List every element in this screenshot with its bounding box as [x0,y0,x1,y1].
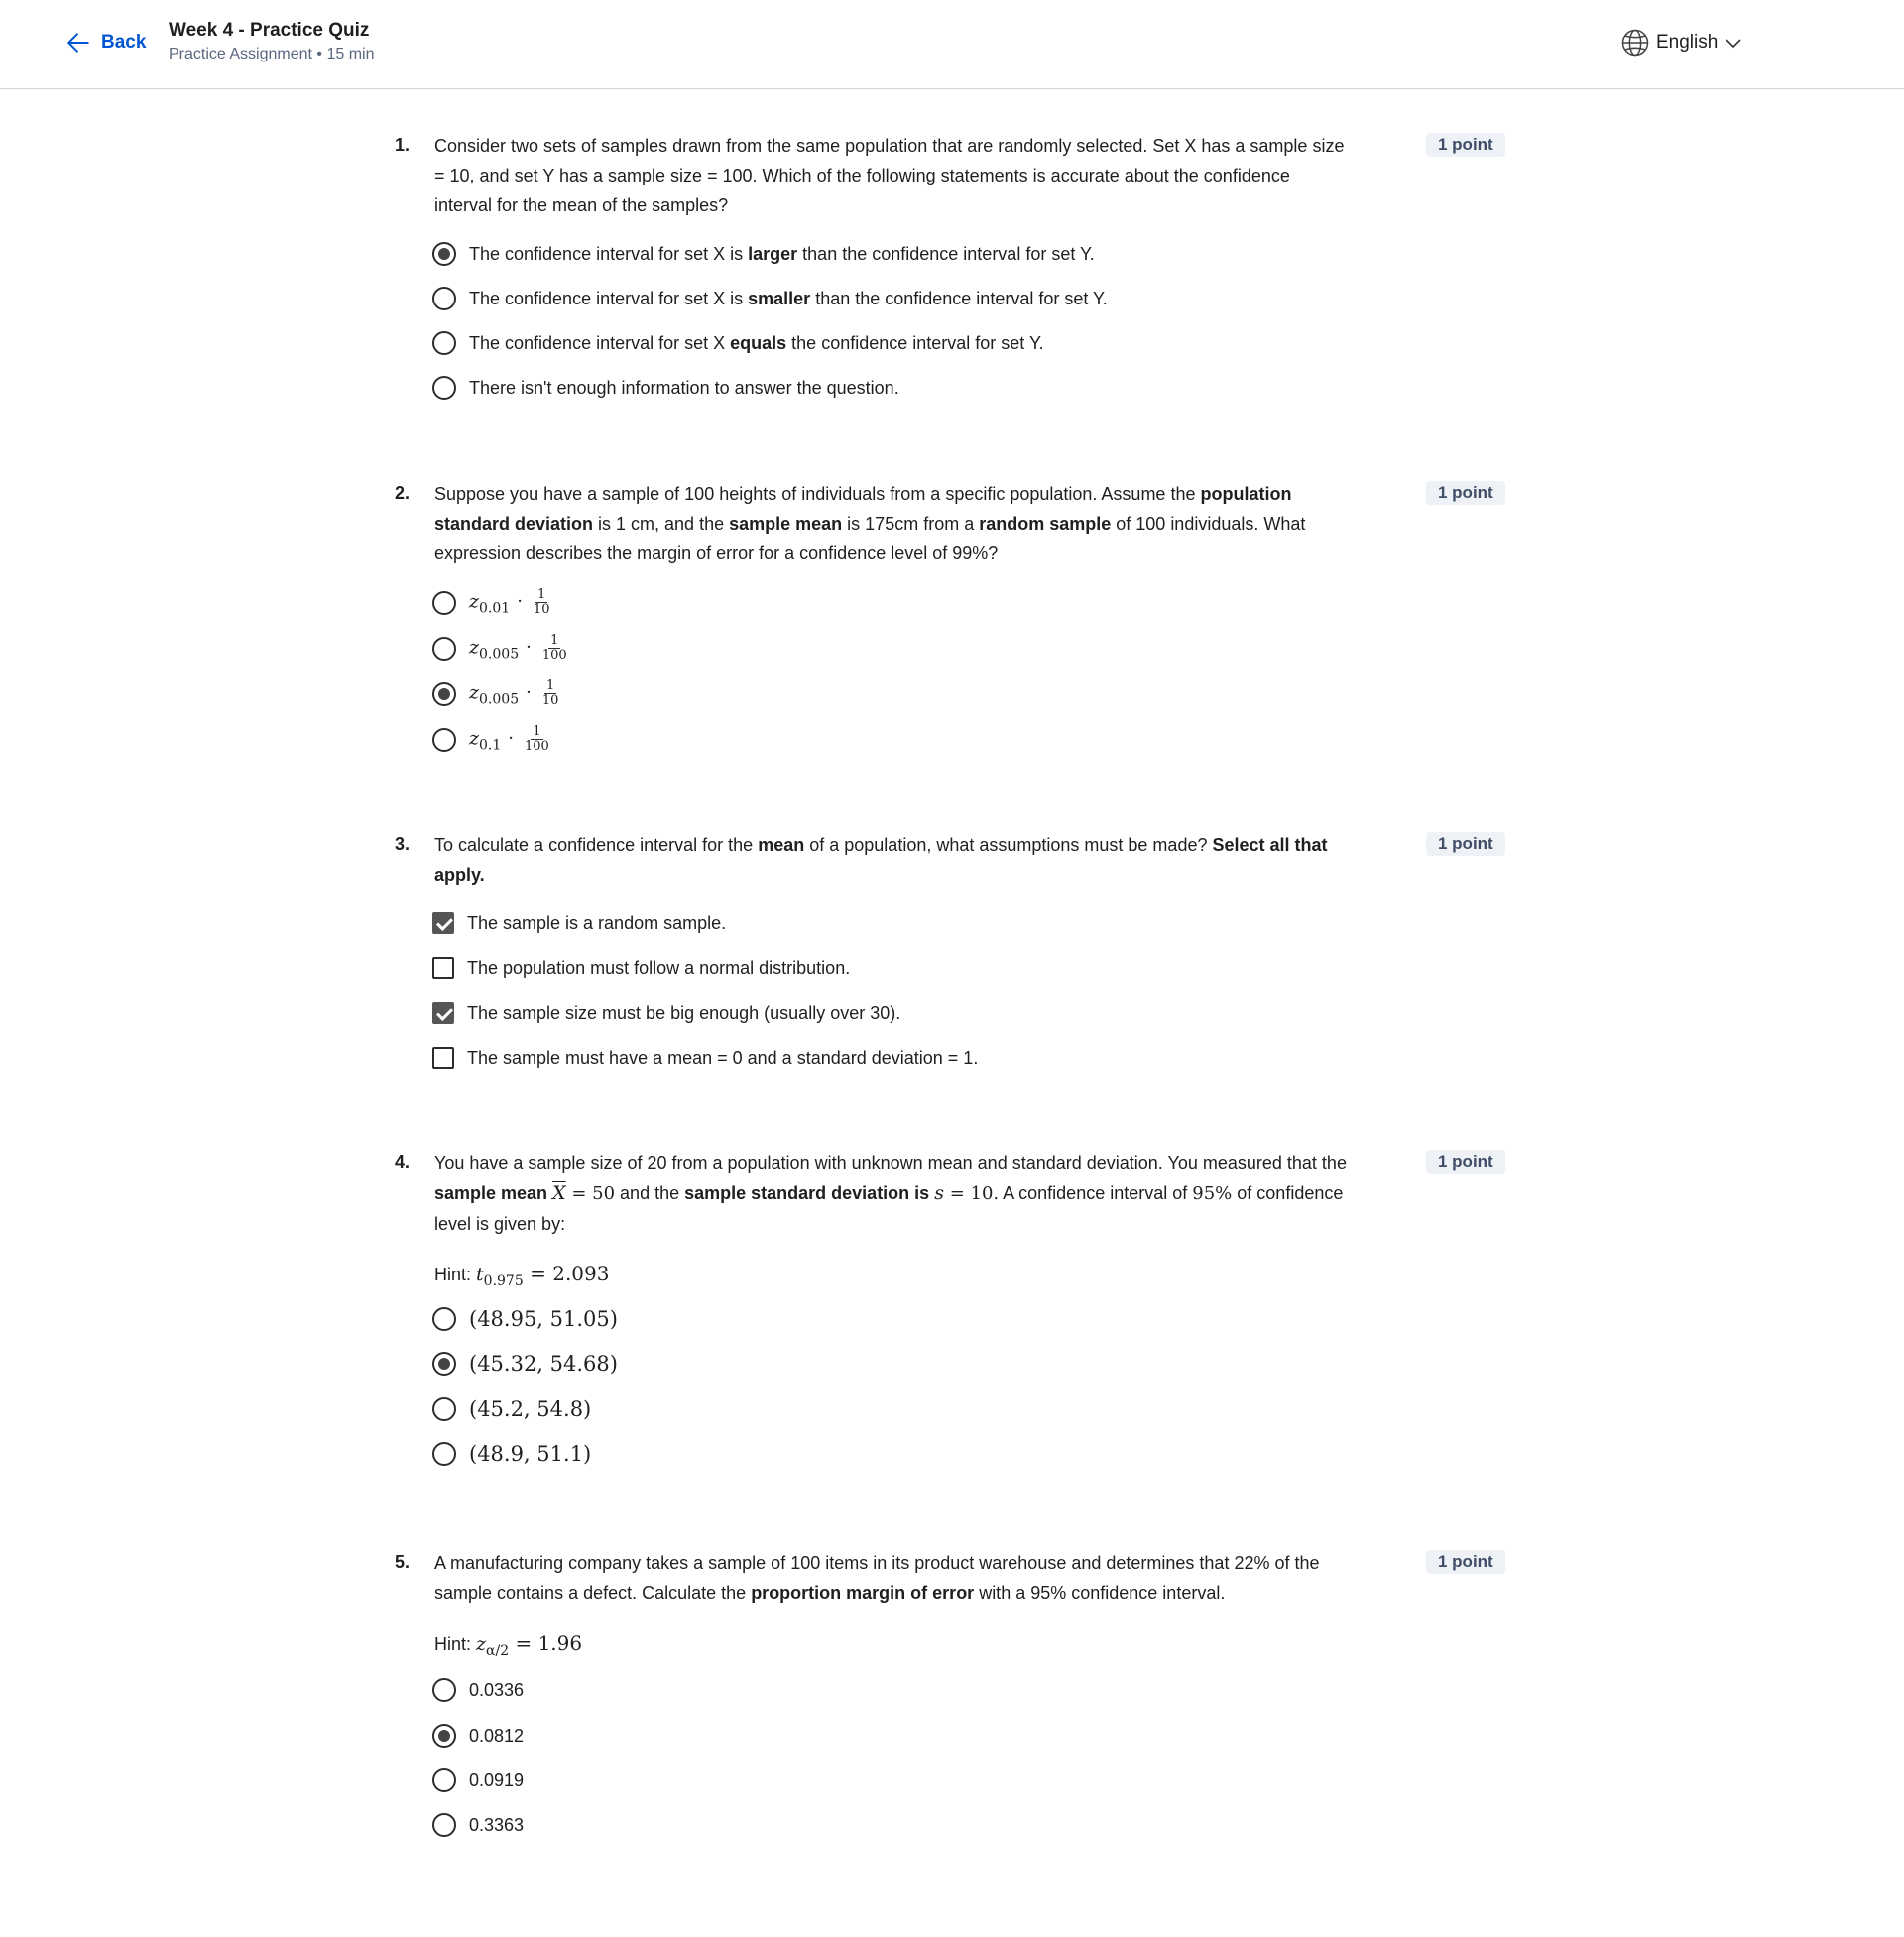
page-header: Back Week 4 - Practice Quiz Practice Ass… [0,0,1904,89]
back-button[interactable]: Back [65,30,146,56]
answer-option[interactable]: 0.0919 [432,1768,524,1792]
radio-button[interactable] [432,727,456,752]
answer-option[interactable]: (48.95, 51.05) [432,1307,618,1331]
question-text: Suppose you have a sample of 100 heights… [434,484,1306,563]
answer-option[interactable]: The confidence interval for set X is sma… [432,287,1108,310]
question-text: Consider two sets of samples drawn from … [434,136,1345,215]
checkbox[interactable] [432,1047,454,1069]
page-title: Week 4 - Practice Quiz [169,20,370,41]
answer-option[interactable]: z0.01 · 1 10 [432,588,549,617]
question-number: 1. [395,135,411,155]
arrow-left-icon [67,33,89,53]
radio-button[interactable] [432,376,456,400]
answer-option[interactable]: There isn't enough information to answer… [432,376,899,400]
answer-option[interactable]: (45.32, 54.68) [432,1352,618,1376]
checkbox[interactable] [432,912,454,934]
answer-option[interactable]: z0.005 · 1 100 [432,634,567,663]
question-number: 3. [395,834,411,854]
chevron-down-icon [1726,39,1741,49]
points-badge: 1 point [1426,1550,1505,1574]
answer-option[interactable]: z0.005 · 1 10 [432,679,558,708]
hint-text: Hint: t0.975 = 2.093 [434,1262,610,1289]
page-subtitle: Practice Assignment • 15 min [169,46,375,62]
points-badge: 1 point [1426,832,1505,856]
checkbox[interactable] [432,957,454,979]
points-badge: 1 point [1426,1150,1505,1174]
radio-button[interactable] [432,1768,456,1792]
answer-option[interactable]: The sample is a random sample. [432,912,726,934]
radio-button[interactable] [432,636,456,661]
title-block: Week 4 - Practice Quiz Practice Assignme… [169,20,374,63]
radio-button[interactable] [432,1307,456,1331]
question-number: 5. [395,1552,411,1572]
answer-option[interactable]: (48.9, 51.1) [432,1442,591,1466]
answer-option[interactable]: z0.1 · 1 100 [432,725,549,754]
question-number: 2. [395,483,411,503]
answer-option[interactable]: 0.0812 [432,1724,524,1748]
language-label: English [1656,32,1719,53]
radio-button[interactable] [432,331,456,355]
radio-button[interactable] [432,1352,456,1376]
radio-button[interactable] [432,590,456,615]
points-badge: 1 point [1426,481,1505,505]
answer-option[interactable]: 0.0336 [432,1678,524,1702]
radio-button[interactable] [432,287,456,310]
radio-button[interactable] [432,1678,456,1702]
globe-icon [1621,29,1649,57]
radio-button[interactable] [432,1397,456,1421]
points-badge: 1 point [1426,133,1505,157]
back-label: Back [101,32,147,53]
question-text: To calculate a confidence interval for t… [434,835,1328,885]
radio-button[interactable] [432,681,456,706]
answer-option[interactable]: The sample size must be big enough (usua… [432,1002,900,1024]
answer-option[interactable]: (45.2, 54.8) [432,1397,591,1421]
question-text: You have a sample size of 20 from a popu… [434,1153,1347,1234]
checkbox[interactable] [432,1002,454,1024]
language-selector[interactable]: English [1620,28,1743,58]
answer-option[interactable]: The confidence interval for set X equals… [432,331,1044,355]
radio-button[interactable] [432,242,456,266]
answer-option[interactable]: The confidence interval for set X is lar… [432,242,1095,266]
answer-option[interactable]: The population must follow a normal dist… [432,957,850,979]
radio-button[interactable] [432,1813,456,1837]
question-text: A manufacturing company takes a sample o… [434,1553,1320,1603]
hint-text: Hint: zα/2 = 1.96 [434,1632,583,1659]
radio-button[interactable] [432,1724,456,1748]
answer-option[interactable]: The sample must have a mean = 0 and a st… [432,1047,978,1069]
radio-button[interactable] [432,1442,456,1466]
answer-option[interactable]: 0.3363 [432,1813,524,1837]
question-number: 4. [395,1152,411,1172]
